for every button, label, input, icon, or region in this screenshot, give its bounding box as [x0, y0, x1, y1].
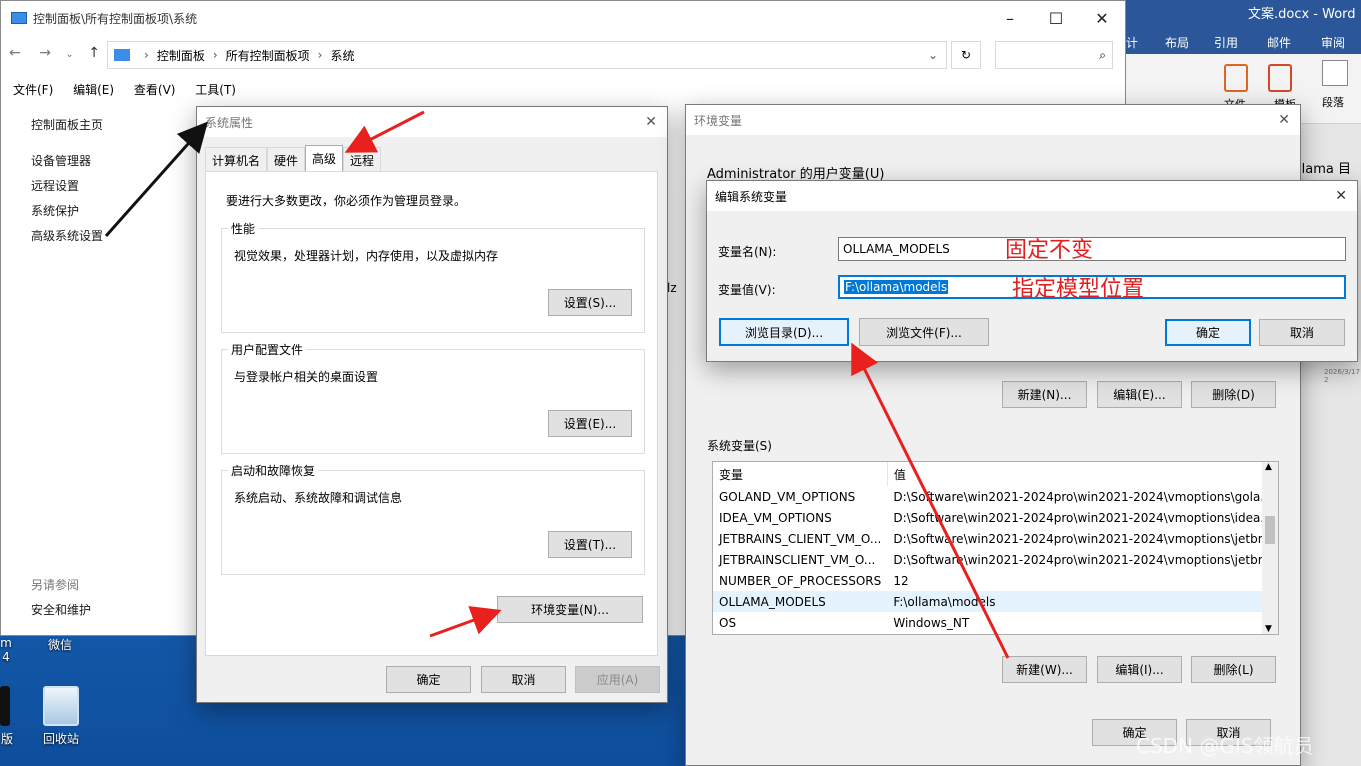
arrow-to-advanced-tab: [344, 110, 425, 153]
arrow-to-sysprops: [104, 121, 208, 237]
annotation-arrows: [104, 110, 1010, 659]
arrow-to-browse-dir: [851, 342, 1010, 659]
arrow-to-env-button: [429, 606, 502, 638]
watermark: CSDN @GIS领航员: [1136, 734, 1314, 758]
